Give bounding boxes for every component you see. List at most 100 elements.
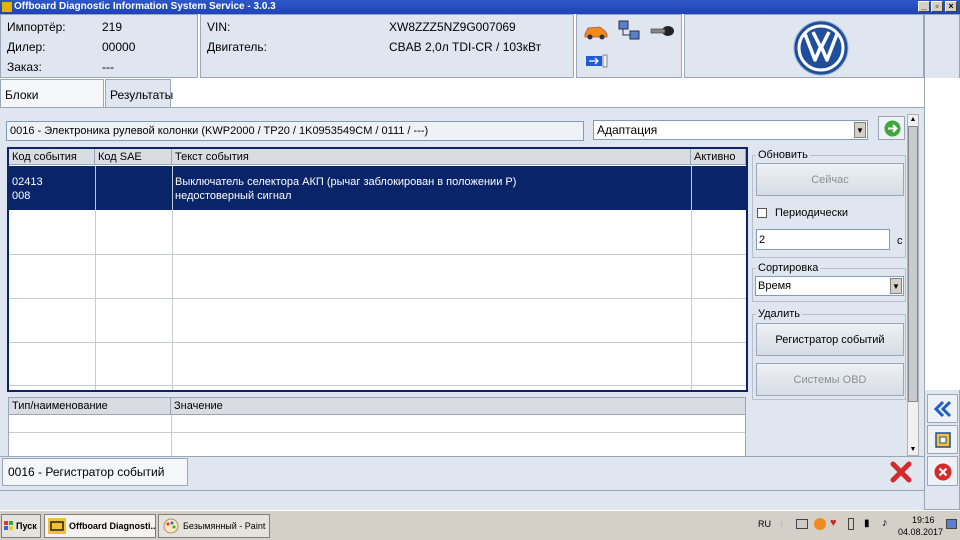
column-active[interactable]: Активно	[691, 149, 746, 165]
grid-line	[691, 166, 692, 390]
exit-button[interactable]	[927, 456, 958, 486]
windows-logo-icon	[4, 521, 13, 530]
column-type-name[interactable]: Тип/наименование	[9, 398, 171, 415]
connection-icons-panel	[576, 14, 682, 78]
show-desktop-icon[interactable]	[946, 519, 957, 529]
event-log-button[interactable]: Регистратор событий	[756, 323, 904, 356]
signal-icon[interactable]: ▮	[864, 518, 870, 529]
chevron-down-icon[interactable]: ▼	[854, 122, 866, 138]
start-button[interactable]: Пуск	[1, 514, 41, 538]
tray-icon[interactable]: ⁝	[780, 520, 783, 531]
refresh-now-button[interactable]: Сейчас	[756, 163, 904, 196]
battery-icon[interactable]	[848, 518, 854, 530]
restore-button[interactable]: ▫	[931, 1, 943, 12]
tab-results[interactable]: Результаты	[105, 79, 173, 108]
brand-panel	[684, 14, 924, 78]
vw-logo	[793, 20, 849, 76]
dealer-label: Дилер:	[7, 40, 46, 54]
key-icon[interactable]	[649, 23, 675, 39]
event-code: 02413	[12, 176, 43, 188]
grid-line	[171, 415, 172, 457]
events-table: Код события Код SAE Текст события Активн…	[7, 147, 748, 392]
task-paint-label: Безымянный - Paint	[183, 521, 266, 531]
start-label: Пуск	[16, 521, 37, 531]
network-icon[interactable]	[617, 19, 641, 43]
grid-line	[9, 432, 745, 433]
minimize-button[interactable]: _	[918, 1, 930, 12]
main-scrollbar[interactable]: ▲ ▼	[907, 114, 919, 456]
tab-control-units[interactable]: Блоки управления	[0, 79, 104, 132]
interval-unit: с	[897, 235, 903, 247]
refresh-arrow-icon	[884, 120, 901, 137]
alert-icon[interactable]	[814, 518, 826, 530]
clock-time[interactable]: 19:16	[912, 515, 935, 525]
scroll-down-arrow[interactable]: ▼	[908, 445, 918, 455]
obd-systems-button[interactable]: Системы OBD	[756, 363, 904, 396]
monitor-icon[interactable]	[796, 519, 808, 529]
vehicle-info-panel: VIN: XW8ZZZ5NZ9G007069 Двигатель: CBAB 2…	[200, 14, 574, 78]
event-subcode: 008	[12, 190, 31, 202]
chevron-down-icon[interactable]: ▼	[890, 278, 902, 294]
close-circle-icon	[934, 463, 952, 481]
antivirus-icon[interactable]: ♥	[830, 517, 837, 529]
importer-label: Импортёр:	[7, 20, 66, 34]
column-event-code[interactable]: Код события	[9, 149, 95, 165]
engine-label: Двигатель:	[207, 40, 267, 54]
events-table-header: Код события Код SAE Текст события Активн…	[9, 149, 746, 165]
periodic-label: Периодически	[775, 207, 849, 219]
taskbar: Пуск Offboard Diagnosti... Безымянный - …	[0, 510, 960, 540]
car-icon[interactable]	[583, 21, 609, 41]
status-text: 0016 - Регистратор событий (ESP)	[2, 458, 188, 505]
dealer-info-panel: Импортёр: 219 Дилер: 00000 Заказ: ---	[0, 14, 198, 78]
language-indicator[interactable]: RU	[758, 519, 771, 529]
column-sae-code[interactable]: Код SAE	[95, 149, 172, 165]
right-toolbar-spacer	[924, 78, 960, 390]
details-table-header: Тип/наименование Значение	[9, 398, 745, 415]
scroll-up-arrow[interactable]: ▲	[908, 115, 918, 125]
clock-date[interactable]: 04.08.2017	[898, 527, 943, 537]
order-label: Заказ:	[7, 60, 42, 74]
scroll-thumb[interactable]	[908, 126, 918, 402]
mode-select[interactable]: Адаптация ▼	[593, 120, 868, 140]
app-icon	[2, 2, 12, 12]
back-button[interactable]	[927, 394, 958, 423]
grid-line	[9, 254, 746, 255]
cancel-x-icon[interactable]	[889, 460, 913, 484]
periodic-checkbox[interactable]	[757, 208, 767, 218]
order-value: ---	[102, 60, 114, 74]
mode-select-value: Адаптация	[597, 123, 658, 137]
window-title: Offboard Diagnostic Information System S…	[14, 1, 276, 12]
vin-value: XW8ZZZ5NZ9G007069	[389, 20, 516, 34]
table-row[interactable]: 02413 008 Выключатель селектора АКП (рыч…	[9, 166, 746, 210]
close-window-button[interactable]: ×	[945, 1, 957, 12]
engine-value: CBAB 2,0л TDI-CR / 103кВт	[389, 40, 542, 54]
sort-select[interactable]: Время ▼	[755, 276, 904, 296]
details-table: Тип/наименование Значение	[8, 397, 746, 457]
event-text-detail: недостоверный сигнал	[175, 190, 292, 202]
sort-select-value: Время	[758, 280, 792, 292]
task-odis[interactable]: Offboard Diagnosti...	[44, 514, 156, 538]
frame-button[interactable]	[927, 425, 958, 454]
paint-icon	[163, 518, 179, 534]
task-odis-label: Offboard Diagnosti...	[69, 521, 156, 531]
usb-icon[interactable]	[585, 53, 609, 69]
system-tray: ⁝ ♥ ▮ ♪	[778, 515, 904, 537]
volume-icon[interactable]: ♪	[882, 517, 888, 529]
grid-line	[9, 298, 746, 299]
column-value[interactable]: Значение	[171, 398, 745, 415]
double-chevron-left-icon	[933, 400, 952, 418]
sort-group-label: Сортировка	[756, 262, 821, 274]
grid-line	[9, 342, 746, 343]
go-button[interactable]	[878, 116, 905, 140]
column-event-text[interactable]: Текст события	[172, 149, 691, 165]
grid-line	[172, 166, 173, 390]
delete-group-label: Удалить	[756, 308, 802, 320]
bottom-strip	[0, 490, 924, 510]
dealer-value: 00000	[102, 40, 136, 54]
frame-icon	[935, 432, 951, 448]
grid-line	[9, 385, 746, 386]
engine-icon	[48, 518, 66, 534]
task-paint[interactable]: Безымянный - Paint	[158, 514, 270, 538]
importer-value: 219	[102, 20, 123, 34]
interval-input[interactable]: 2	[756, 229, 890, 250]
